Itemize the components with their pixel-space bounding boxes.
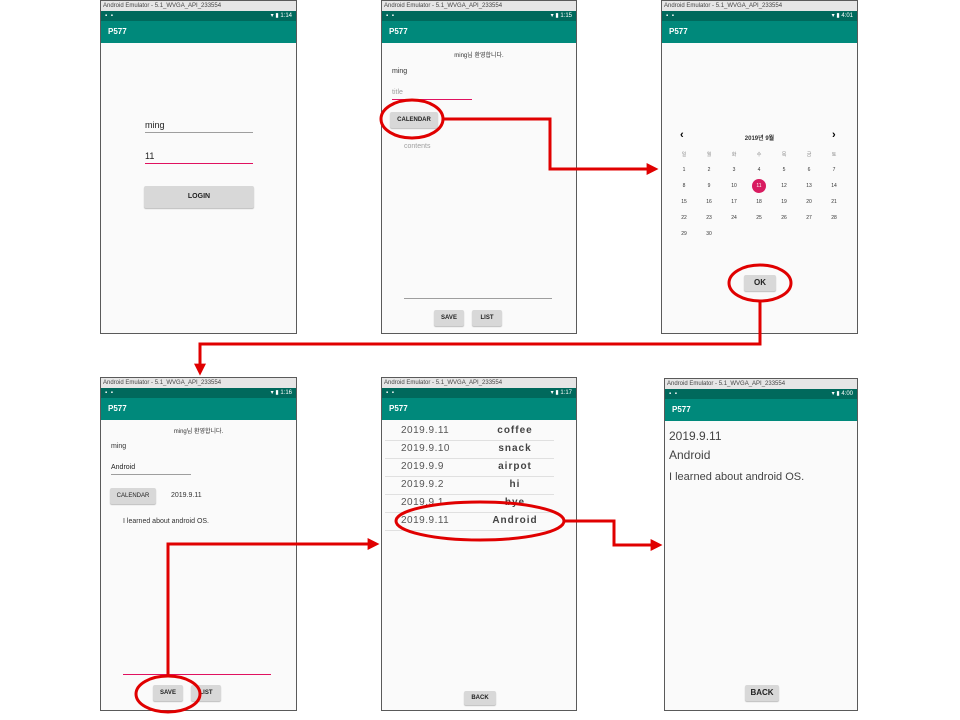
arrow-list-to-detail: [564, 519, 663, 551]
highlight-save-button: [134, 674, 202, 714]
arrow-save-to-list: [166, 538, 380, 676]
arrow-calendar-to-datepicker: [443, 117, 659, 175]
highlight-calendar-button: [379, 98, 445, 140]
highlight-ok-button: [727, 263, 793, 303]
highlight-android-row: [394, 500, 566, 542]
arrow-ok-to-filled: [194, 301, 762, 376]
annotation-overlay: [134, 98, 793, 714]
